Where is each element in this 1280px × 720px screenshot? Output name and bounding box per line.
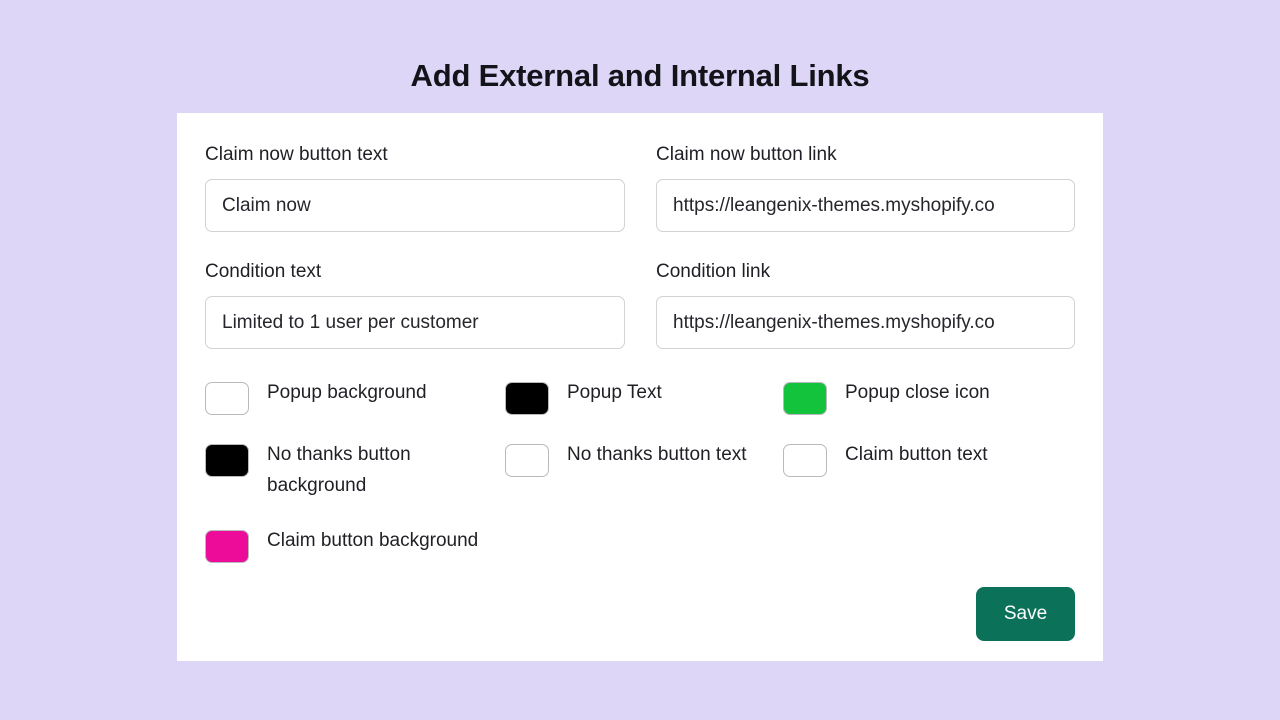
- color-row-popup-text[interactable]: Popup Text: [505, 377, 783, 439]
- input-condition-link[interactable]: https://leangenix-themes.myshopify.co: [656, 296, 1075, 349]
- color-label-popup-text: Popup Text: [567, 382, 662, 403]
- color-swatch-no-thanks-button-text[interactable]: [505, 444, 549, 477]
- color-row-no-thanks-button-background[interactable]: No thanks button background: [205, 439, 505, 525]
- field-condition-text: Condition text Limited to 1 user per cus…: [205, 260, 625, 349]
- input-claim-now-button-text[interactable]: Claim now: [205, 179, 625, 232]
- color-row-claim-button-text[interactable]: Claim button text: [783, 439, 1075, 525]
- color-swatch-popup-close-icon[interactable]: [783, 382, 827, 415]
- page-title: Add External and Internal Links: [410, 58, 870, 93]
- text-fields-grid: Claim now button text Claim now Claim no…: [205, 143, 1075, 349]
- row-spacer-right: [656, 232, 1075, 260]
- color-label-claim-button-background: Claim button background: [267, 530, 479, 551]
- field-condition-link: Condition link https://leangenix-themes.…: [656, 260, 1075, 349]
- color-swatch-grid: Popup background Popup Text Popup close …: [205, 377, 1075, 587]
- settings-card: Claim now button text Claim now Claim no…: [177, 113, 1103, 661]
- color-row-no-thanks-button-text[interactable]: No thanks button text: [505, 439, 783, 525]
- label-claim-now-button-link: Claim now button link: [656, 144, 837, 165]
- save-button[interactable]: Save: [976, 587, 1075, 641]
- color-row-claim-button-background[interactable]: Claim button background: [205, 525, 505, 587]
- color-label-no-thanks-button-background: No thanks button background: [267, 444, 411, 496]
- color-label-popup-close-icon: Popup close icon: [845, 382, 990, 403]
- color-label-claim-button-text: Claim button text: [845, 444, 988, 465]
- color-label-popup-background: Popup background: [267, 382, 427, 403]
- field-claim-now-button-text: Claim now button text Claim now: [205, 143, 625, 232]
- page-root: Add External and Internal Links Claim no…: [0, 0, 1280, 720]
- color-row-popup-close-icon[interactable]: Popup close icon: [783, 377, 1075, 439]
- row-spacer-left: [205, 232, 625, 260]
- label-claim-now-button-text: Claim now button text: [205, 144, 388, 165]
- label-condition-text: Condition text: [205, 261, 322, 282]
- color-swatch-no-thanks-button-background[interactable]: [205, 444, 249, 477]
- color-swatch-claim-button-text[interactable]: [783, 444, 827, 477]
- field-claim-now-button-link: Claim now button link https://leangenix-…: [656, 143, 1075, 232]
- color-swatch-claim-button-background[interactable]: [205, 530, 249, 563]
- input-condition-text[interactable]: Limited to 1 user per customer: [205, 296, 625, 349]
- label-condition-link: Condition link: [656, 261, 771, 282]
- color-swatch-popup-text[interactable]: [505, 382, 549, 415]
- color-row-popup-background[interactable]: Popup background: [205, 377, 505, 439]
- color-swatch-popup-background[interactable]: [205, 382, 249, 415]
- card-footer: Save: [976, 587, 1075, 641]
- input-claim-now-button-link[interactable]: https://leangenix-themes.myshopify.co: [656, 179, 1075, 232]
- color-label-no-thanks-button-text: No thanks button text: [567, 444, 747, 465]
